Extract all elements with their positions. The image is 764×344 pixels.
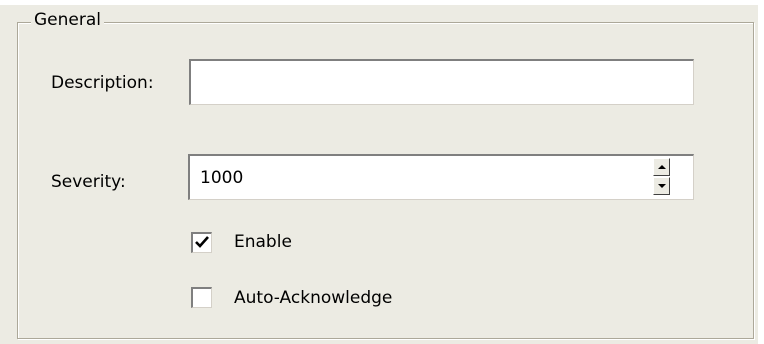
spin-down-button[interactable] xyxy=(653,177,670,195)
description-label: Description: xyxy=(51,73,154,93)
groupbox-title: General xyxy=(31,9,104,31)
enable-checkbox[interactable] xyxy=(191,232,212,253)
description-input[interactable] xyxy=(189,59,694,105)
spin-down-icon xyxy=(658,184,666,188)
checkmark-icon xyxy=(195,236,209,248)
auto-acknowledge-checkbox[interactable] xyxy=(191,287,212,308)
severity-input[interactable] xyxy=(188,154,694,200)
general-panel: General Description: Severity: Enable Au… xyxy=(0,0,764,344)
enable-label[interactable]: Enable xyxy=(234,231,292,253)
severity-spinner[interactable] xyxy=(653,158,670,196)
spin-up-button[interactable] xyxy=(653,158,670,176)
auto-acknowledge-label[interactable]: Auto-Acknowledge xyxy=(234,287,392,309)
spin-up-icon xyxy=(658,165,666,169)
window-edge-top xyxy=(0,0,764,5)
window-edge-right xyxy=(758,0,764,344)
severity-label: Severity: xyxy=(51,172,126,192)
